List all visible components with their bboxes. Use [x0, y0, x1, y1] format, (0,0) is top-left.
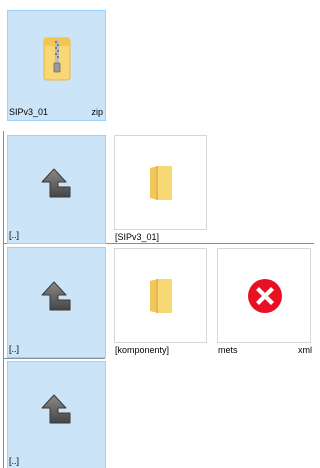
- file-name: SIPv3_01: [9, 107, 49, 117]
- file-name: [komponenty]: [115, 345, 170, 355]
- folder-icon: [148, 165, 174, 201]
- file-item-mets-xml[interactable]: [217, 248, 311, 343]
- up-arrow-icon: [40, 393, 74, 427]
- zip-archive-icon: [43, 37, 71, 81]
- file-extension: zip: [91, 107, 103, 117]
- folder-item-komponenty[interactable]: [114, 248, 207, 343]
- file-panel-contents: [..] [komponenty] mets xml: [0, 244, 314, 359]
- file-name: [..]: [9, 230, 20, 240]
- file-panel-sipv3-01: [..] [SIPv3_01]: [0, 131, 314, 244]
- file-name: [..]: [9, 456, 20, 466]
- file-panel-komponenty: [..]: [0, 359, 314, 468]
- parent-directory-item[interactable]: [..]: [7, 247, 106, 358]
- file-panel-archive: SIPv3_01 zip: [0, 0, 314, 124]
- file-name: [SIPv3_01]: [115, 232, 160, 242]
- folder-item-sipv3-01[interactable]: [114, 135, 207, 230]
- xml-file-error-icon: [246, 277, 284, 315]
- pane-divider: [3, 244, 4, 359]
- file-extension: xml: [298, 345, 312, 355]
- pane-divider: [3, 359, 4, 468]
- pane-divider: [3, 131, 4, 244]
- folder-icon: [148, 278, 174, 314]
- parent-directory-item[interactable]: [..]: [7, 135, 106, 244]
- parent-directory-item[interactable]: [..]: [7, 361, 106, 468]
- file-manager-screenshot: SIPv3_01 zip [..] [SIPv3_01] [..] [kompo…: [0, 0, 314, 468]
- file-caption: mets xml: [218, 345, 312, 356]
- file-item-sipv3-01-zip[interactable]: SIPv3_01 zip: [7, 10, 106, 121]
- up-arrow-icon: [40, 167, 74, 201]
- file-name: [..]: [9, 344, 20, 354]
- up-arrow-icon: [40, 280, 74, 314]
- file-name: mets: [218, 345, 238, 355]
